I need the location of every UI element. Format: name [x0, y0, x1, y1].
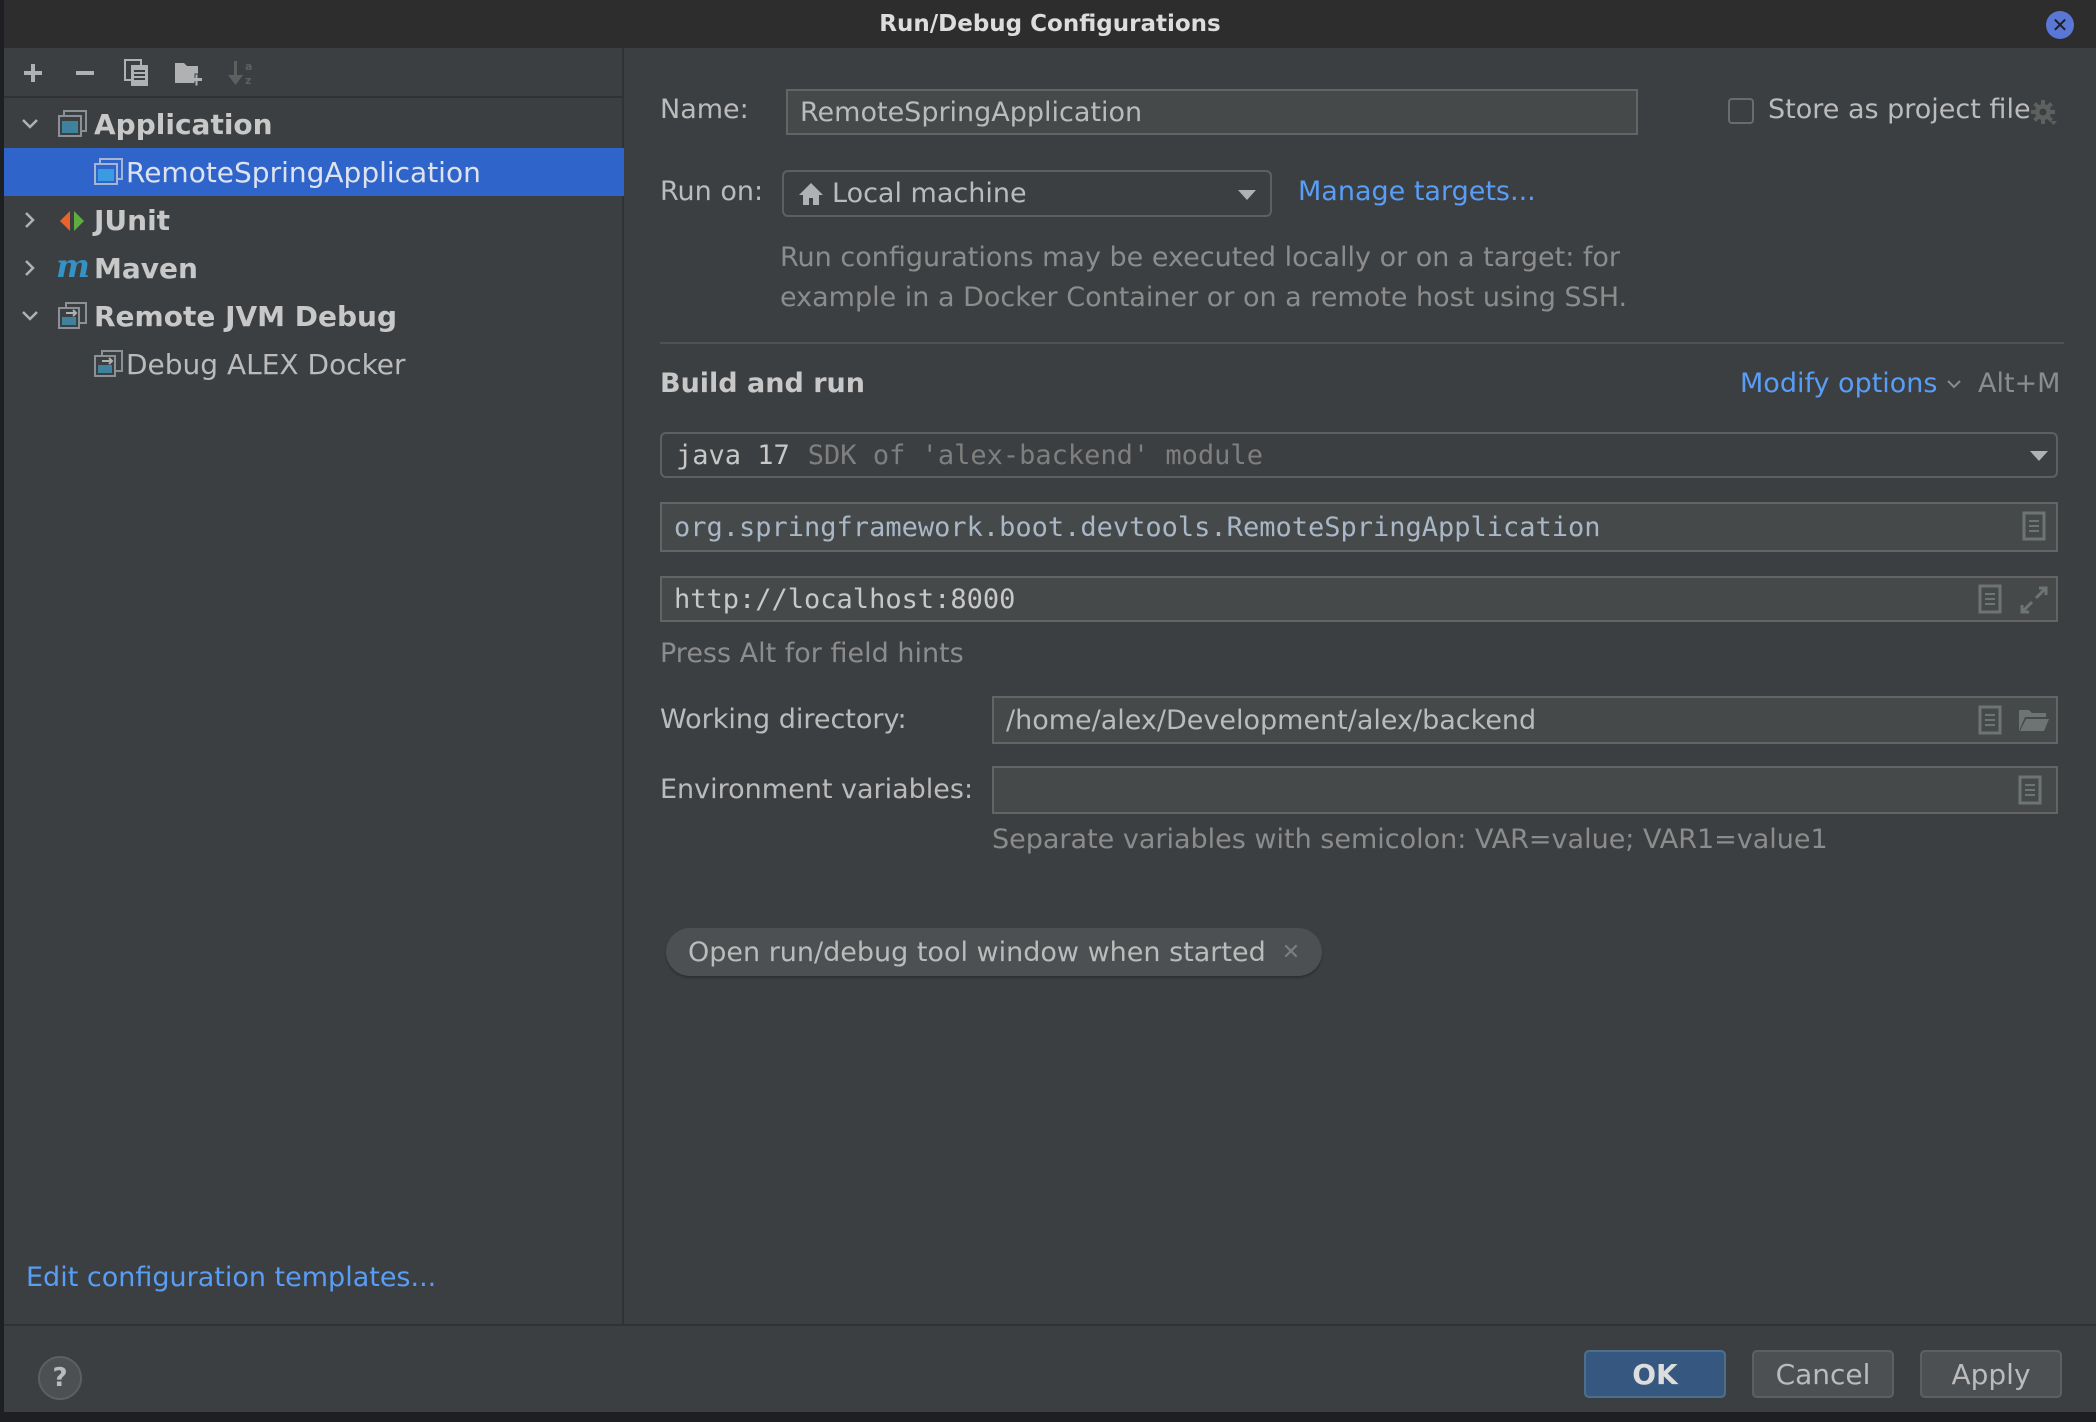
sdk-value: java 17 [676, 439, 790, 471]
tree-group-maven[interactable]: m Maven [4, 244, 624, 292]
remove-option-icon[interactable]: ✕ [1282, 940, 1300, 965]
jre-sdk-dropdown[interactable]: java 17 SDK of 'alex-backend' module [660, 432, 2058, 478]
section-divider [660, 342, 2064, 344]
chevron-right-icon[interactable] [19, 257, 41, 279]
modify-options-button[interactable]: Modify options [1740, 368, 1962, 399]
maven-icon: m [56, 247, 90, 285]
minus-icon [76, 71, 94, 75]
tree-item-label: Remote JVM Debug [94, 299, 398, 333]
build-and-run-heading: Build and run [660, 368, 865, 399]
insert-macro-icon[interactable] [1978, 584, 2002, 614]
close-icon: ✕ [2051, 13, 2069, 37]
dropdown-arrow-icon [1238, 190, 1256, 200]
modify-options-shortcut: Alt+M [1978, 368, 2061, 399]
gear-icon[interactable] [2030, 99, 2058, 127]
background-terminal [0, 1412, 2096, 1422]
tree-item-label: Application [94, 107, 273, 141]
store-as-project-file-checkbox[interactable] [1728, 98, 1754, 124]
tree-item-debug-alex-docker[interactable]: Debug ALEX Docker [4, 340, 624, 388]
name-input[interactable]: RemoteSpringApplication [786, 89, 1638, 135]
environment-variables-label: Environment variables: [660, 774, 974, 805]
program-arguments-input[interactable]: http://localhost:8000 [660, 576, 2058, 622]
environment-variables-input[interactable] [992, 766, 2058, 814]
run-debug-configurations-dialog: Run/Debug Configurations ✕ az Applicatio… [4, 0, 2096, 1412]
dialog-title: Run/Debug Configurations [879, 11, 1221, 37]
close-button[interactable]: ✕ [2046, 11, 2074, 39]
name-input-value: RemoteSpringApplication [800, 96, 1143, 128]
sdk-hint: SDK of 'alex-backend' module [807, 439, 1263, 471]
add-configuration-button[interactable] [16, 56, 50, 90]
new-folder-icon [175, 63, 202, 87]
run-on-value: Local machine [832, 178, 1027, 209]
apply-button[interactable]: Apply [1920, 1350, 2062, 1398]
chevron-down-icon [1946, 379, 1961, 388]
application-icon [94, 158, 123, 185]
svg-text:z: z [245, 74, 251, 87]
help-icon: ? [52, 1363, 68, 1393]
tree-item-remote-spring-application[interactable]: RemoteSpringApplication [4, 148, 624, 196]
chevron-down-icon[interactable] [19, 113, 41, 135]
dropdown-arrow-icon [2030, 451, 2048, 461]
plus-icon [24, 64, 42, 82]
working-directory-label: Working directory: [660, 704, 907, 735]
copy-icon [124, 59, 148, 86]
new-folder-button[interactable] [172, 56, 206, 90]
run-on-label: Run on: [660, 176, 764, 207]
sort-alphabetically-icon: az [228, 60, 252, 87]
modify-options-label: Modify options [1740, 368, 1938, 399]
dialog-footer: ? OK Cancel Apply [4, 1324, 2096, 1412]
copy-configuration-button[interactable] [120, 56, 154, 90]
name-label: Name: [660, 94, 749, 125]
sidebar-toolbar: az [4, 48, 624, 98]
tree-item-label: RemoteSpringApplication [126, 155, 481, 189]
field-hints-text: Press Alt for field hints [660, 638, 964, 669]
working-directory-input[interactable]: /home/alex/Development/alex/backend [992, 696, 2058, 744]
run-on-dropdown[interactable]: Local machine [782, 170, 1272, 217]
manage-targets-link[interactable]: Manage targets... [1298, 176, 1536, 207]
edit-configuration-templates-link[interactable]: Edit configuration templates... [26, 1262, 436, 1293]
tree-item-label: JUnit [94, 203, 171, 237]
remote-debug-icon [58, 302, 87, 329]
junit-icon [60, 211, 84, 231]
run-on-description-line1: Run configurations may be executed local… [780, 242, 1621, 273]
title-bar: Run/Debug Configurations ✕ [4, 0, 2096, 48]
tree-group-remote-jvm-debug[interactable]: Remote JVM Debug [4, 292, 624, 340]
remote-debug-icon [94, 350, 123, 377]
folder-open-icon[interactable] [2018, 708, 2050, 732]
ok-button[interactable]: OK [1584, 1350, 1726, 1398]
option-chip-label: Open run/debug tool window when started [688, 936, 1266, 968]
help-button[interactable]: ? [38, 1356, 82, 1400]
tree-item-label: Maven [94, 251, 198, 285]
main-class-value: org.springframework.boot.devtools.Remote… [674, 511, 1601, 543]
browse-class-icon[interactable] [2022, 511, 2046, 541]
sort-configurations-button[interactable]: az [224, 56, 258, 90]
svg-text:a: a [245, 60, 252, 73]
working-directory-value: /home/alex/Development/alex/backend [1006, 704, 1537, 736]
program-arguments-value: http://localhost:8000 [674, 583, 1016, 615]
application-icon [58, 110, 87, 137]
option-chip-open-tool-window: Open run/debug tool window when started … [666, 928, 1323, 976]
chevron-down-icon[interactable] [19, 305, 41, 327]
cancel-button[interactable]: Cancel [1752, 1350, 1894, 1398]
edit-environment-variables-icon[interactable] [2018, 775, 2042, 805]
tree-item-label: Debug ALEX Docker [126, 347, 406, 381]
chevron-right-icon[interactable] [19, 209, 41, 231]
main-class-input[interactable]: org.springframework.boot.devtools.Remote… [660, 502, 2058, 552]
tree-group-junit[interactable]: JUnit [4, 196, 624, 244]
store-as-project-file-label[interactable]: Store as project file [1768, 94, 2031, 125]
environment-variables-hint: Separate variables with semicolon: VAR=v… [992, 824, 1828, 855]
configurations-sidebar: az Application RemoteSpringApplication J… [4, 48, 624, 1324]
tree-group-application[interactable]: Application [4, 100, 624, 148]
expand-icon[interactable] [2020, 586, 2048, 614]
remove-configuration-button[interactable] [68, 56, 102, 90]
home-icon [799, 182, 823, 205]
insert-macro-icon[interactable] [1978, 705, 2002, 735]
run-on-description-line2: example in a Docker Container or on a re… [780, 282, 1628, 313]
